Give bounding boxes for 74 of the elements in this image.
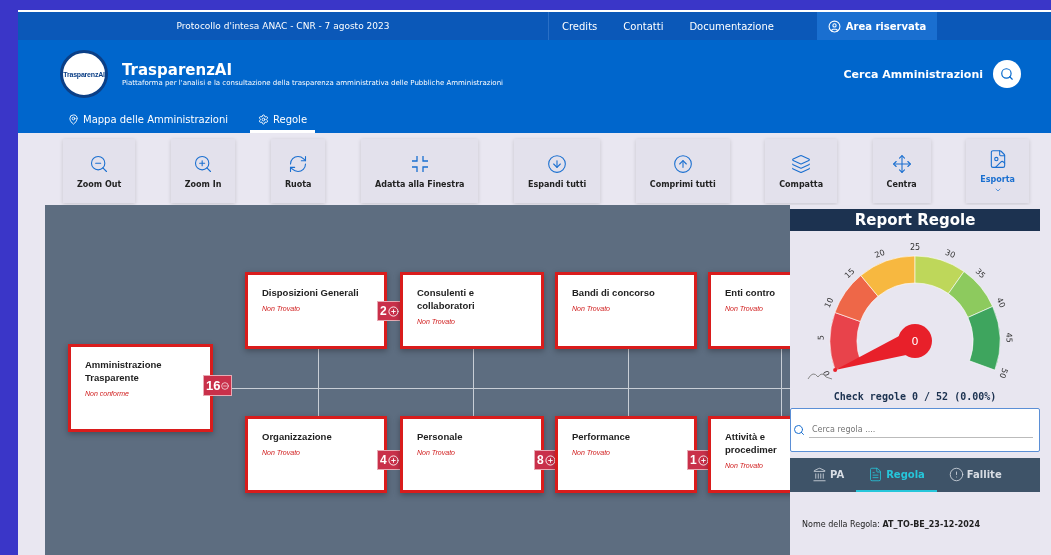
top-link[interactable]: Documentazione <box>676 12 787 40</box>
toolbar-button[interactable]: Comprimi tutti <box>635 139 730 203</box>
report-tab[interactable]: Regola <box>856 458 937 492</box>
report-title: Report Regole <box>790 209 1040 231</box>
search-icon <box>1000 67 1014 81</box>
node-title: Enti contro <box>725 287 777 300</box>
gauge-tick-label: 0 <box>821 369 832 378</box>
node-title: Personale <box>417 431 464 444</box>
minus-icon <box>221 381 230 390</box>
top-link[interactable]: Credits <box>549 12 611 40</box>
toolbar-button[interactable]: Esporta <box>966 139 1029 203</box>
search-box[interactable]: Cerca regola .... <box>790 408 1040 452</box>
toolbar-button[interactable]: Compatta <box>765 139 838 203</box>
gauge-tick-label: 25 <box>909 242 921 252</box>
plus-icon <box>387 305 399 317</box>
move-icon <box>891 153 912 174</box>
toolbar-button[interactable]: Centra <box>872 139 931 203</box>
gauge-hub <box>898 324 932 358</box>
toolbar-button[interactable]: Ruota <box>270 139 326 203</box>
check-summary: Check regole 0 / 52 (0.00%) <box>832 391 998 402</box>
user-icon <box>827 19 841 33</box>
report-tab[interactable]: PA <box>800 458 857 492</box>
toolbar-button[interactable]: Adatta alla Finestra <box>361 139 479 203</box>
wave-icon <box>807 373 833 380</box>
zoom-in-icon <box>193 153 214 174</box>
top-link[interactable]: Contatti <box>610 12 677 40</box>
zoom-out-icon <box>89 153 110 174</box>
rule-search-field[interactable]: Cerca regola .... <box>809 422 1033 438</box>
map-pin-icon <box>68 113 79 125</box>
rotate-icon <box>288 153 309 174</box>
node-title: Performance <box>572 431 632 444</box>
search-icon <box>793 424 805 436</box>
document-icon <box>868 466 884 482</box>
gauge-tick-label: 45 <box>1004 332 1014 343</box>
agreement-text: Protocollo d'intesa ANAC - CNR - 7 agosto 2023 <box>175 21 391 31</box>
plus-icon <box>387 454 399 466</box>
gauge-tick-label: 30 <box>943 247 957 260</box>
toolbar-button[interactable]: Zoom In <box>170 139 236 203</box>
arrow-down-icon <box>547 153 568 174</box>
shrink-icon <box>409 153 430 174</box>
expand-badge[interactable]: 16 <box>203 375 233 396</box>
gauge-tick-label: 35 <box>973 266 988 281</box>
node-title: Consulenti e collaboratori <box>417 287 476 313</box>
gear-icon <box>258 113 269 125</box>
expand-badge[interactable]: 4 <box>377 450 402 470</box>
alert-icon <box>948 466 964 482</box>
expand-badge[interactable]: 2 <box>377 301 402 321</box>
gauge-tick-label: 15 <box>842 266 857 281</box>
gauge-tick-label: 20 <box>873 247 887 260</box>
toolbar-button[interactable]: Espandi tutti <box>514 139 601 203</box>
gauge-value: 0 <box>911 335 919 348</box>
gauge-tick-label: 50 <box>997 366 1010 380</box>
node-title: Bandi di concorso <box>572 287 656 300</box>
rule-name-text: Nome della Regola: AT_TO-BE_23-12-2024 <box>801 519 981 529</box>
search-button[interactable] <box>993 60 1021 88</box>
plus-icon <box>697 454 709 466</box>
arrow-up-icon <box>672 153 693 174</box>
toolbar-button[interactable]: Zoom Out <box>63 139 136 203</box>
nav-tab[interactable]: Mappa delle Amministrazioni <box>60 108 236 133</box>
reserved-area-link[interactable]: Area riservata <box>817 12 937 40</box>
gauge-tick-label: 40 <box>994 296 1008 310</box>
node-title: Amministrazione Trasparente <box>85 359 163 385</box>
site-title: TrasparenzAI <box>122 61 234 79</box>
node-title: Organizzazione <box>262 431 333 444</box>
node-title: Disposizioni Generali <box>262 287 360 300</box>
plus-icon <box>544 454 556 466</box>
gauge-tick-label: 5 <box>816 335 826 341</box>
layers-icon <box>791 153 812 174</box>
bank-icon <box>812 466 827 482</box>
node-title: Attività e procedimer <box>725 431 778 457</box>
search-label: Cerca Amministrazioni <box>843 67 983 81</box>
gauge-tick-label: 10 <box>822 296 836 310</box>
nav-tab[interactable]: Regole <box>250 108 316 133</box>
report-tab[interactable]: Fallite <box>936 458 1014 492</box>
